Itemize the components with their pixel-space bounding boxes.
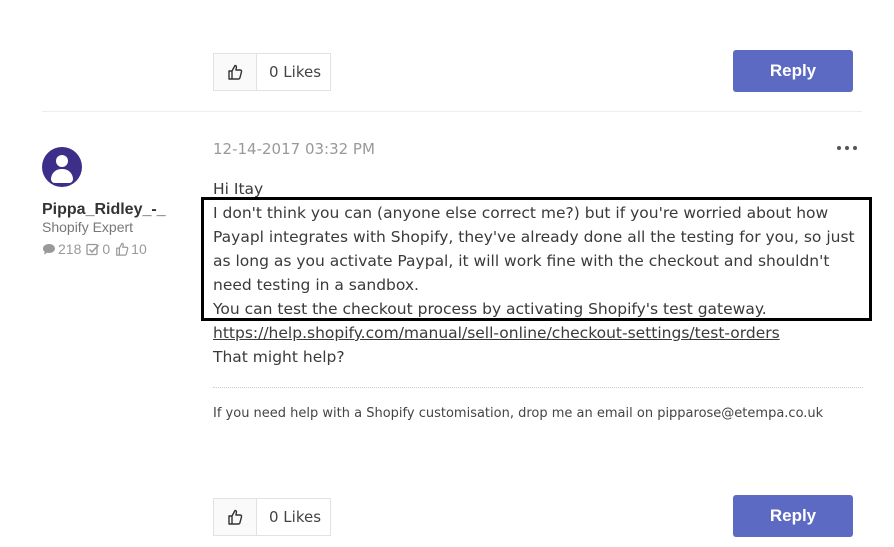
thumbs-up-icon [116,242,129,256]
likes-stat: 10 [115,241,147,257]
posts-count: 218 [58,241,82,257]
like-widget-top: 0 Likes [213,53,331,91]
user-icon [56,155,68,167]
solutions-stat: 0 [86,241,110,257]
post-closing: That might help? [213,348,345,366]
post-signature: If you need help with a Shopify customis… [213,406,824,421]
post-divider [42,111,862,112]
post-paragraph-2: You can test the checkout process by act… [213,300,767,318]
avatar[interactable] [42,147,82,187]
solutions-count: 0 [102,241,111,257]
likes-count: 10 [131,241,147,257]
test-orders-link[interactable]: https://help.shopify.com/manual/sell-onl… [213,324,780,342]
signature-divider [213,387,863,388]
ellipsis-icon[interactable] [837,143,857,153]
comment-icon [43,243,55,255]
like-button-top[interactable] [214,54,257,90]
like-widget-bottom: 0 Likes [213,498,331,536]
author-stats: 218 0 10 [42,241,149,257]
post-body: Hi Itay I don't think you can (anyone el… [213,177,873,369]
reply-button-bottom[interactable]: Reply [733,495,853,537]
like-button-bottom[interactable] [214,499,257,535]
post-paragraph-1: I don't think you can (anyone else corre… [213,204,855,294]
posts-stat: 218 [42,241,81,257]
post-timestamp: 12-14-2017 03:32 PM [213,140,375,158]
like-count-top: 0 Likes [269,63,322,81]
thumbs-up-icon [228,64,243,80]
like-count-bottom: 0 Likes [269,508,322,526]
thumbs-up-icon [228,509,243,525]
forum-post-page: 0 Likes Reply Pippa_Ridley_-_ Shopify Ex… [0,0,894,547]
reply-button-top[interactable]: Reply [733,50,853,92]
post-greeting: Hi Itay [213,180,264,198]
author-rank: Shopify Expert [42,219,134,235]
author-username[interactable]: Pippa_Ridley_-_ [42,201,166,219]
check-icon [86,243,100,255]
